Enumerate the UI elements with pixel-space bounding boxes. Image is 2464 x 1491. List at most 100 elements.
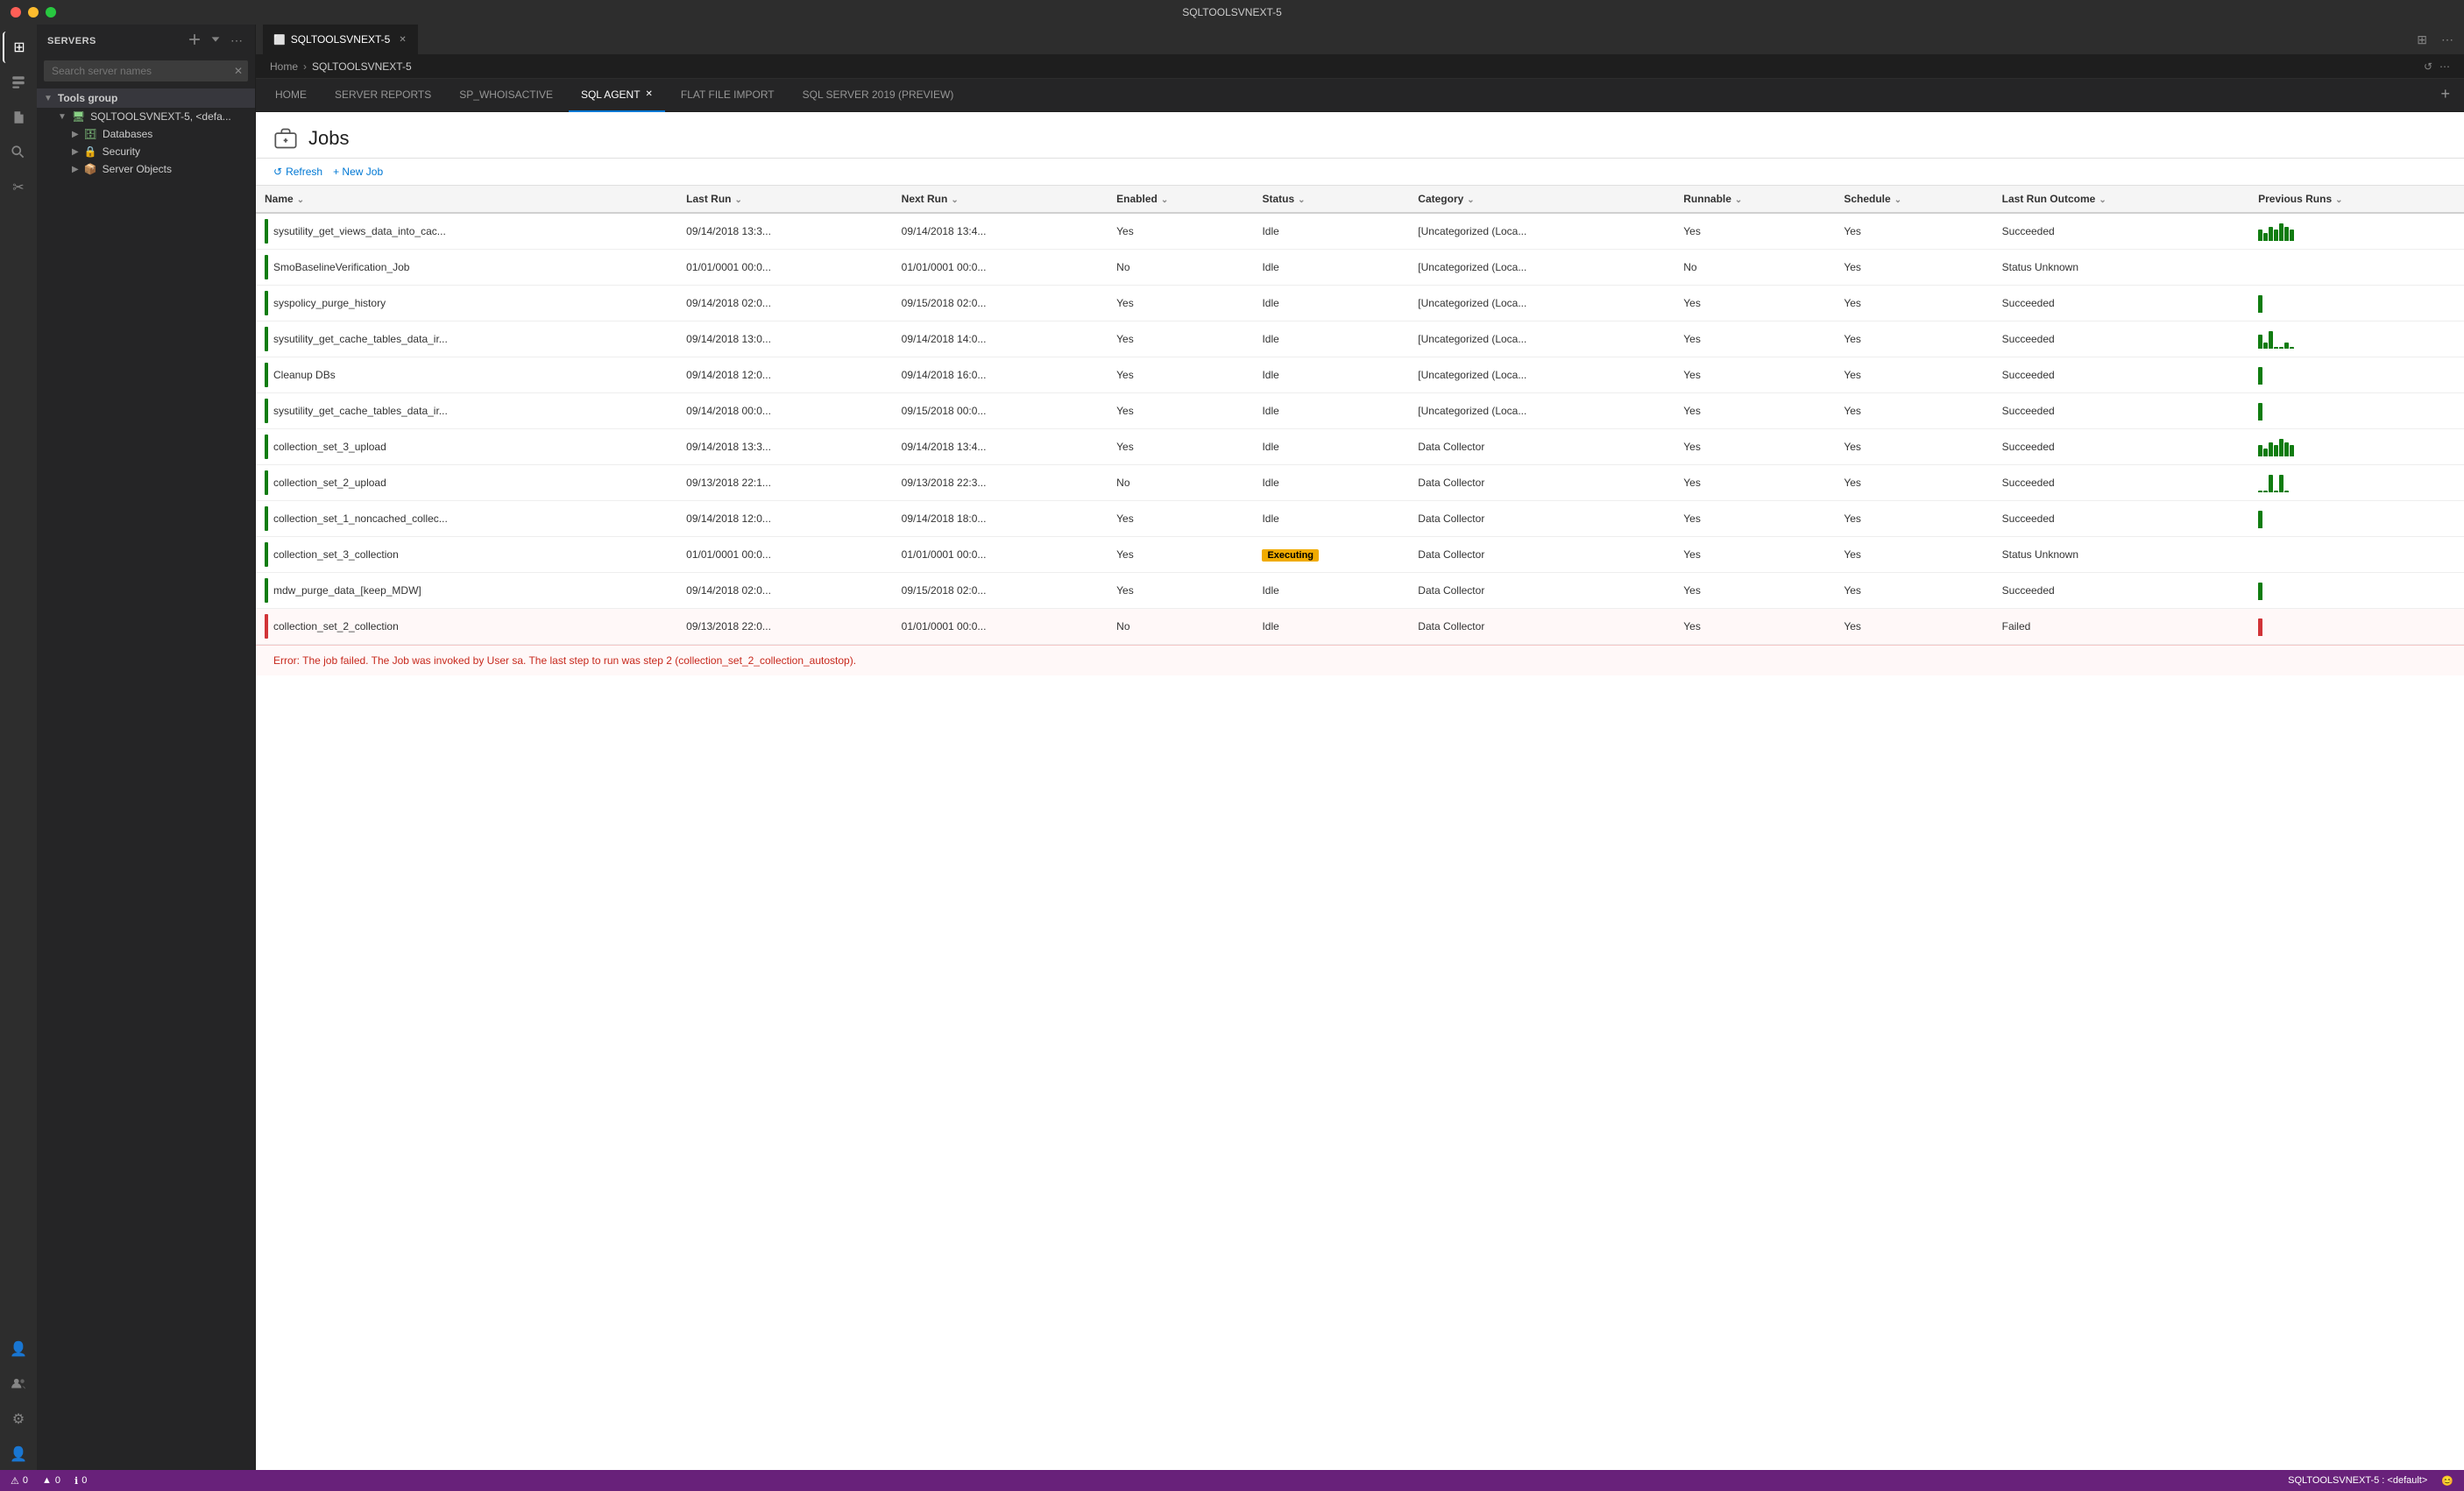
search-activity-icon[interactable] [3, 137, 34, 168]
more-actions-icon[interactable]: ⋯ [229, 32, 244, 50]
col-sort-icon: ⌄ [1894, 195, 1901, 205]
table-row[interactable]: syspolicy_purge_history09/14/2018 02:0..… [256, 286, 2464, 322]
col-header-next-run[interactable]: Next Run⌄ [893, 186, 1108, 213]
col-header-category[interactable]: Category⌄ [1409, 186, 1675, 213]
job-status: Idle [1253, 322, 1409, 357]
tab-sqltoolsvnext5[interactable]: ⬜ SQLTOOLSVNEXT-5 ✕ [263, 25, 418, 55]
table-row[interactable]: collection_set_3_upload09/14/2018 13:3..… [256, 429, 2464, 465]
nav-tab-sp-whoisactive[interactable]: SP_WHOISACTIVE [447, 79, 565, 112]
table-row[interactable]: sysutility_get_cache_tables_data_ir...09… [256, 393, 2464, 429]
col-header-name[interactable]: Name⌄ [256, 186, 677, 213]
sidebar-item-server-objects[interactable]: ▶ 📦 Server Objects [37, 160, 255, 178]
jobs-title: Jobs [308, 127, 349, 150]
col-header-last-run[interactable]: Last Run⌄ [677, 186, 893, 213]
table-row[interactable]: sysutility_get_views_data_into_cac...09/… [256, 213, 2464, 250]
job-runnable: Yes [1675, 213, 1835, 250]
table-row[interactable]: collection_set_1_noncached_collec...09/1… [256, 501, 2464, 537]
server-item[interactable]: ▼ 🖥 SQLTOOLSVNEXT-5, <defa... [37, 108, 255, 125]
job-name-cell: Cleanup DBs [256, 357, 677, 393]
nav-tab-home[interactable]: HOME [263, 79, 319, 112]
status-indicator [265, 291, 268, 315]
table-row[interactable]: Cleanup DBs09/14/2018 12:0...09/14/2018 … [256, 357, 2464, 393]
job-name: mdw_purge_data_[keep_MDW] [273, 584, 421, 597]
table-row[interactable]: SmoBaselineVerification_Job01/01/0001 00… [256, 250, 2464, 286]
col-header-status[interactable]: Status⌄ [1253, 186, 1409, 213]
settings-icon[interactable]: ⚙ [3, 1403, 34, 1435]
job-status: Executing [1253, 537, 1409, 573]
breadcrumb-current: SQLTOOLSVNEXT-5 [312, 60, 412, 73]
status-indicator [265, 435, 268, 459]
split-editor-icon[interactable]: ⊞ [2413, 29, 2431, 51]
sidebar-item-security[interactable]: ▶ 🔒 Security [37, 143, 255, 160]
refresh-button[interactable]: ↺ Refresh [273, 166, 322, 178]
job-runnable: Yes [1675, 609, 1835, 645]
maximize-button[interactable] [46, 7, 56, 18]
job-runnable: No [1675, 250, 1835, 286]
job-name: sysutility_get_cache_tables_data_ir... [273, 333, 448, 345]
table-row[interactable]: collection_set_2_collection09/13/2018 22… [256, 609, 2464, 645]
job-status: Idle [1253, 357, 1409, 393]
server-info: SQLTOOLSVNEXT-5 : <default> [2288, 1475, 2427, 1486]
status-info[interactable]: ℹ 0 [74, 1475, 87, 1487]
object-explorer-icon[interactable] [3, 67, 34, 98]
col-header-previous-runs[interactable]: Previous Runs⌄ [2249, 186, 2464, 213]
tools-group-header[interactable]: ▼ Tools group [37, 88, 255, 108]
prev-run-bar [2258, 445, 2262, 456]
databases-label: Databases [103, 128, 152, 140]
job-name-cell: collection_set_2_collection [256, 609, 677, 645]
table-row[interactable]: sysutility_get_cache_tables_data_ir...09… [256, 322, 2464, 357]
table-row[interactable]: collection_set_2_upload09/13/2018 22:1..… [256, 465, 2464, 501]
nav-tab-flat-file-import[interactable]: FLAT FILE IMPORT [669, 79, 787, 112]
table-row[interactable]: collection_set_3_collection01/01/0001 00… [256, 537, 2464, 573]
search-clear-icon[interactable]: ✕ [234, 65, 243, 77]
new-connection-icon[interactable] [187, 32, 202, 50]
col-header-schedule[interactable]: Schedule⌄ [1835, 186, 1993, 213]
account-icon[interactable]: 👤 [3, 1438, 34, 1470]
col-sort-icon: ⌄ [2335, 195, 2342, 205]
status-indicator [265, 399, 268, 423]
table-row[interactable]: mdw_purge_data_[keep_MDW] 09/14/2018 02:0… [256, 573, 2464, 609]
tab-close-icon[interactable]: ✕ [399, 35, 406, 45]
minimize-button[interactable] [28, 7, 39, 18]
info-count: 0 [81, 1475, 87, 1486]
job-runnable: Yes [1675, 357, 1835, 393]
prev-run-bar [2269, 442, 2273, 456]
job-enabled: Yes [1108, 286, 1253, 322]
more-tabs-icon[interactable]: ⋯ [2438, 29, 2457, 51]
status-indicator [265, 542, 268, 567]
job-name-cell: mdw_purge_data_[keep_MDW] [256, 573, 677, 609]
nav-tab-server-reports[interactable]: SERVER REPORTS [322, 79, 443, 112]
close-button[interactable] [11, 7, 21, 18]
job-lastrun: 09/14/2018 02:0... [677, 573, 893, 609]
sidebar-item-databases[interactable]: ▶ 🗄 Databases [37, 125, 255, 143]
more-breadcrumb-icon[interactable]: ⋯ [2439, 60, 2450, 73]
col-header-runnable[interactable]: Runnable⌄ [1675, 186, 1835, 213]
col-header-enabled[interactable]: Enabled⌄ [1108, 186, 1253, 213]
col-lastrun-label: Last Run [686, 193, 731, 205]
status-warnings[interactable]: ▲ 0 [42, 1475, 60, 1486]
nav-tab-sql-agent[interactable]: SQL AGENT ✕ [569, 79, 665, 112]
prev-run-bar [2269, 227, 2273, 241]
breadcrumb-home[interactable]: Home [270, 60, 298, 73]
refresh-btn-label: Refresh [286, 166, 322, 178]
nav-tab-sql-server-preview[interactable]: SQL SERVER 2019 (PREVIEW) [790, 79, 966, 112]
new-job-button[interactable]: + New Job [333, 166, 383, 178]
tools-icon[interactable]: ✂ [3, 172, 34, 203]
job-status: Idle [1253, 573, 1409, 609]
nav-tab-add[interactable]: + [2433, 79, 2457, 112]
job-lastrun: 09/14/2018 02:0... [677, 286, 893, 322]
connections-icon[interactable]: ⊞ [3, 32, 34, 63]
job-name: sysutility_get_views_data_into_cac... [273, 225, 446, 237]
refresh-icon[interactable]: ↺ [2424, 60, 2432, 73]
search-input[interactable] [44, 60, 248, 81]
status-errors[interactable]: ⚠ 0 [11, 1475, 28, 1487]
col-sort-icon: ⌄ [2099, 195, 2106, 205]
collapse-icon[interactable] [208, 32, 223, 50]
users-icon[interactable] [3, 1368, 34, 1400]
col-header-last-run-outcome[interactable]: Last Run Outcome⌄ [1993, 186, 2249, 213]
nav-tab-sql-agent-close[interactable]: ✕ [646, 89, 653, 99]
server-icon: 🖥 [72, 110, 85, 123]
user-icon[interactable]: 👤 [3, 1333, 34, 1365]
file-icon[interactable] [3, 102, 34, 133]
tools-group-label: Tools group [58, 92, 117, 104]
